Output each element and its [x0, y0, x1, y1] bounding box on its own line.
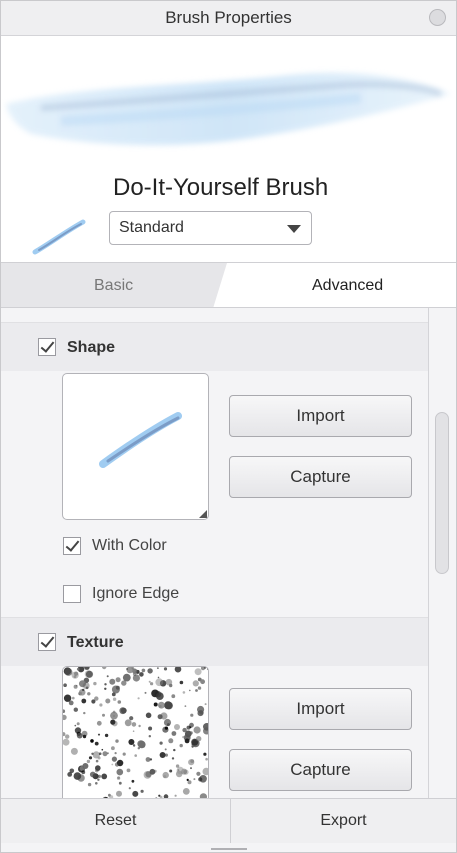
- close-button[interactable]: [429, 9, 446, 26]
- check-icon: [40, 338, 55, 353]
- tab-advanced[interactable]: Advanced: [229, 263, 456, 307]
- resize-corner-icon: [199, 510, 207, 518]
- advanced-settings-scroll-area: Shape Import Capture With Color Ignore E…: [1, 308, 456, 798]
- advanced-settings-content: Shape Import Capture With Color Ignore E…: [1, 308, 428, 798]
- texture-capture-button[interactable]: Capture: [229, 749, 412, 791]
- footer-bar: Reset Export: [1, 798, 456, 843]
- texture-section-title: Texture: [67, 634, 124, 651]
- shape-enabled-checkbox[interactable]: [38, 338, 56, 356]
- check-icon: [65, 537, 80, 552]
- brush-tip-icon: [32, 219, 86, 255]
- chevron-down-icon: [287, 225, 301, 233]
- title-bar: Brush Properties: [1, 1, 456, 36]
- preset-dropdown-value: Standard: [119, 219, 184, 236]
- window-title: Brush Properties: [165, 8, 292, 27]
- ignore-edge-label: Ignore Edge: [92, 585, 180, 602]
- brush-properties-panel: Brush Properties Do-It-Yourself Brush St…: [0, 0, 457, 853]
- tab-advanced-label: Advanced: [312, 277, 384, 294]
- shape-capture-button[interactable]: Capture: [229, 456, 412, 498]
- with-color-label: With Color: [92, 537, 167, 554]
- check-icon: [40, 633, 55, 648]
- resize-grip[interactable]: [211, 848, 247, 850]
- stroke-preview: [6, 72, 451, 146]
- tab-basic[interactable]: Basic: [1, 263, 227, 307]
- export-button[interactable]: Export: [231, 799, 456, 843]
- with-color-checkbox[interactable]: [63, 537, 81, 555]
- tab-basic-label: Basic: [94, 277, 134, 294]
- texture-section-header: Texture: [1, 617, 428, 666]
- vertical-scrollbar[interactable]: [428, 308, 456, 798]
- texture-enabled-checkbox[interactable]: [38, 633, 56, 651]
- shape-section-title: Shape: [67, 339, 116, 356]
- preset-dropdown[interactable]: Standard: [109, 211, 312, 245]
- texture-preview-image: [63, 667, 208, 798]
- shape-section-header: Shape: [1, 322, 428, 371]
- texture-thumbnail[interactable]: [62, 666, 209, 798]
- tab-bar: Basic Advanced: [1, 262, 456, 308]
- ignore-edge-checkbox[interactable]: [63, 585, 81, 603]
- brush-preview-area: Do-It-Yourself Brush Standard: [1, 36, 456, 262]
- shape-preview-image: [99, 412, 182, 468]
- brush-name: Do-It-Yourself Brush: [113, 174, 329, 201]
- scrollbar-thumb[interactable]: [435, 412, 449, 574]
- shape-import-button[interactable]: Import: [229, 395, 412, 437]
- shape-thumbnail[interactable]: [62, 373, 209, 520]
- texture-import-button[interactable]: Import: [229, 688, 412, 730]
- reset-button[interactable]: Reset: [1, 799, 230, 843]
